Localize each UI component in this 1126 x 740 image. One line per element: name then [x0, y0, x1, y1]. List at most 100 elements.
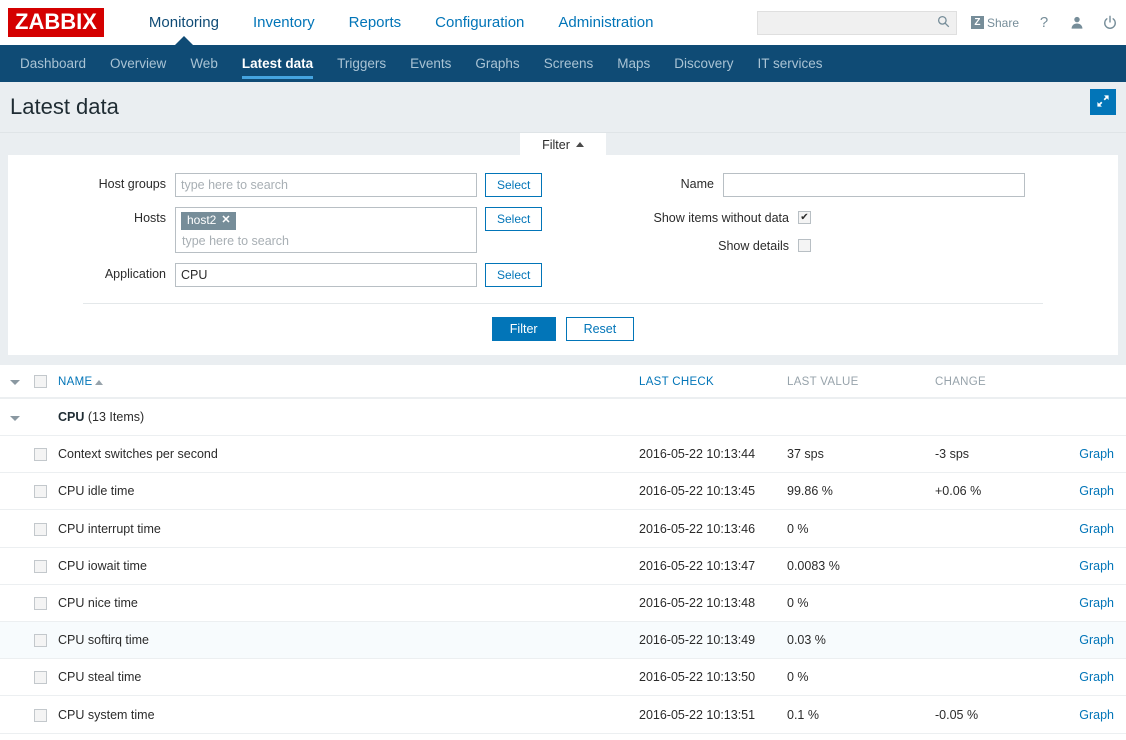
name-input[interactable] — [723, 173, 1025, 197]
filter-reset-button[interactable]: Reset — [565, 317, 635, 341]
hosts-select-button[interactable]: Select — [485, 207, 543, 231]
user-icon[interactable] — [1069, 13, 1085, 33]
subnav-item-screens[interactable]: Screens — [532, 45, 606, 82]
filter-grid: Host groups Select Hosts host2 ✕ Select — [8, 173, 1118, 297]
table-row[interactable]: CPU steal time 2016-05-22 10:13:50 0 % Grap… — [0, 658, 1126, 697]
graph-link[interactable]: Graph — [1079, 484, 1114, 498]
share-z-icon: Z — [970, 16, 984, 29]
hosts-multiselect[interactable]: host2 ✕ — [175, 207, 477, 253]
kiosk-mode-button[interactable] — [1090, 89, 1116, 115]
graph-link-cell[interactable]: Graph — [1056, 621, 1126, 660]
row-checkbox[interactable] — [34, 485, 47, 499]
graph-link-cell[interactable]: Graph — [1056, 584, 1126, 623]
group-collapse-cell[interactable] — [0, 398, 30, 436]
row-select-cell[interactable] — [30, 584, 54, 623]
subnav-item-maps[interactable]: Maps — [605, 45, 662, 82]
graph-link-cell[interactable]: Graph — [1056, 658, 1126, 697]
change-cell — [931, 509, 1056, 548]
graph-link[interactable]: Graph — [1079, 596, 1114, 610]
last-check-cell: 2016-05-22 10:13:50 — [635, 658, 783, 697]
table-row[interactable]: CPU softirq time 2016-05-22 10:13:49 0.03 … — [0, 621, 1126, 660]
subnav-item-discovery[interactable]: Discovery — [662, 45, 745, 82]
subnav-item-triggers[interactable]: Triggers — [325, 45, 398, 82]
row-checkbox[interactable] — [34, 671, 47, 685]
search-input[interactable] — [763, 14, 935, 31]
subnav-item-latest-data[interactable]: Latest data — [230, 45, 325, 82]
app-header: ZABBIX Monitoring Inventory Reports Conf… — [0, 0, 1126, 45]
host-chip-host2[interactable]: host2 ✕ — [181, 212, 236, 230]
subnav-item-graphs[interactable]: Graphs — [463, 45, 531, 82]
row-select-cell[interactable] — [30, 658, 54, 697]
graph-link[interactable]: Graph — [1079, 559, 1114, 573]
row-select-cell[interactable] — [30, 509, 54, 548]
row-checkbox[interactable] — [34, 522, 47, 536]
column-header-name[interactable]: NAME — [54, 365, 635, 399]
graph-link-cell[interactable]: Graph — [1056, 435, 1126, 474]
host-groups-select-button[interactable]: Select — [485, 173, 543, 197]
mainnav-item-reports[interactable]: Reports — [332, 0, 419, 45]
table-row[interactable]: CPU idle time 2016-05-22 10:13:45 99.86 % +… — [0, 472, 1126, 511]
group-check-cell — [30, 398, 54, 436]
application-select-button[interactable]: Select — [485, 263, 543, 287]
graph-link-cell[interactable]: Graph — [1056, 547, 1126, 585]
row-select-cell[interactable] — [30, 695, 54, 734]
share-button[interactable]: Z Share — [970, 16, 1019, 30]
table-row[interactable]: Context switches per second 2016-05-22 10… — [0, 435, 1126, 474]
filter-tab[interactable]: Filter — [520, 133, 606, 155]
subnav-item-events[interactable]: Events — [398, 45, 463, 82]
zabbix-logo: ZABBIX — [8, 8, 104, 37]
graph-link-cell[interactable]: Graph — [1056, 695, 1126, 734]
hosts-input[interactable] — [181, 230, 471, 249]
filter-row-host-groups: Host groups Select — [20, 173, 568, 197]
row-select-cell[interactable] — [30, 435, 54, 474]
mainnav-item-monitoring[interactable]: Monitoring — [132, 0, 236, 45]
select-all-header[interactable] — [30, 365, 54, 399]
table-row[interactable]: CPU interrupt time 2016-05-22 10:13:46 0 %… — [0, 509, 1126, 548]
graph-link-cell[interactable]: Graph — [1056, 509, 1126, 548]
help-icon[interactable]: ? — [1036, 13, 1052, 33]
row-checkbox[interactable] — [34, 559, 47, 573]
table-row[interactable]: CPU nice time 2016-05-22 10:13:48 0 % Graph — [0, 584, 1126, 623]
row-checkbox[interactable] — [34, 634, 47, 648]
column-header-last-check[interactable]: LAST CHECK — [635, 365, 783, 399]
mainnav-item-configuration[interactable]: Configuration — [418, 0, 541, 45]
row-select-cell[interactable] — [30, 547, 54, 585]
graph-link[interactable]: Graph — [1079, 670, 1114, 684]
row-select-cell[interactable] — [30, 472, 54, 511]
last-value-cell: 0.03 % — [783, 621, 931, 660]
header-actions: Z Share ? — [756, 0, 1118, 45]
graph-link[interactable]: Graph — [1079, 447, 1114, 461]
subnav-item-overview[interactable]: Overview — [98, 45, 178, 82]
row-checkbox[interactable] — [34, 708, 47, 722]
mainnav-item-administration[interactable]: Administration — [541, 0, 670, 45]
graph-link[interactable]: Graph — [1079, 633, 1114, 647]
item-name-cell: CPU iowait time — [54, 547, 635, 585]
global-search[interactable] — [756, 10, 957, 35]
select-all-checkbox[interactable] — [34, 375, 47, 388]
row-checkbox[interactable] — [34, 597, 47, 611]
chevron-down-icon[interactable] — [10, 379, 20, 385]
subnav-item-web[interactable]: Web — [178, 45, 230, 82]
subnav-item-it-services[interactable]: IT services — [746, 45, 835, 82]
graph-link-cell[interactable]: Graph — [1056, 472, 1126, 511]
collapse-all-header[interactable] — [0, 365, 30, 399]
last-value-cell: 0 % — [783, 658, 931, 697]
subnav-item-dashboard[interactable]: Dashboard — [8, 45, 98, 82]
application-input[interactable] — [175, 263, 477, 287]
graph-link[interactable]: Graph — [1079, 708, 1114, 722]
group-item-count: (13 Items) — [87, 410, 145, 424]
mainnav-item-inventory[interactable]: Inventory — [236, 0, 332, 45]
chip-remove-icon[interactable]: ✕ — [221, 214, 230, 227]
show-items-without-data-checkbox[interactable]: ✔ — [798, 211, 811, 224]
host-groups-input[interactable] — [175, 173, 477, 197]
table-row[interactable]: CPU iowait time 2016-05-22 10:13:47 0.0083… — [0, 547, 1126, 585]
subnav-label: Dashboard — [20, 56, 87, 71]
graph-link[interactable]: Graph — [1079, 522, 1114, 536]
table-row[interactable]: CPU system time 2016-05-22 10:13:51 0.1 % -… — [0, 695, 1126, 734]
filter-apply-button[interactable]: Filter — [491, 317, 556, 341]
chevron-down-icon[interactable] — [10, 416, 20, 421]
row-select-cell[interactable] — [30, 621, 54, 660]
row-checkbox[interactable] — [34, 448, 47, 462]
power-icon[interactable] — [1102, 13, 1118, 33]
show-details-checkbox[interactable] — [798, 239, 811, 252]
